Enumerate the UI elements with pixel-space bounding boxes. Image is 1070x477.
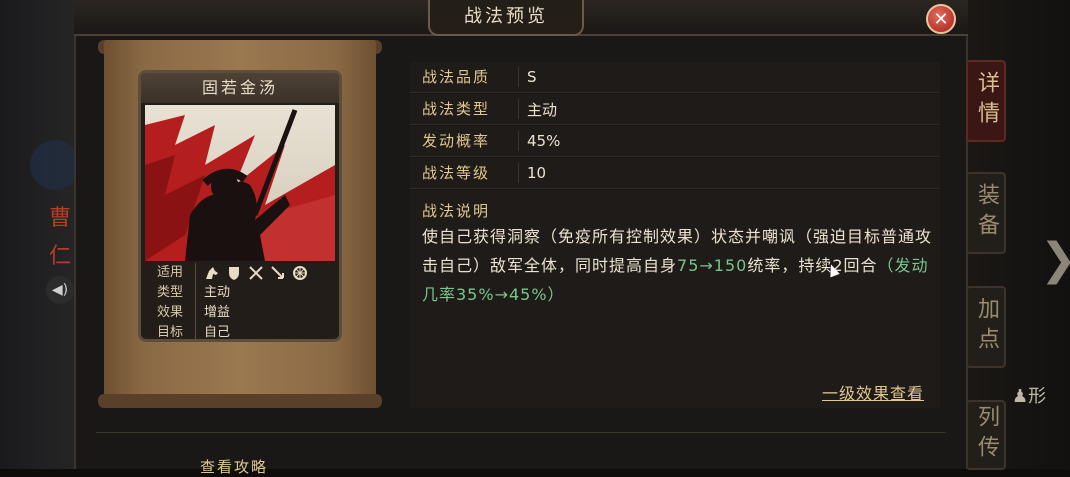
wheel-icon — [293, 266, 307, 280]
faction-badge — [30, 140, 80, 190]
level-one-effect-link[interactable]: 一级效果查看 — [822, 380, 924, 404]
next-arrow-icon[interactable]: ❯ — [1040, 225, 1070, 295]
card-row-applicable: 适用 — [145, 263, 335, 283]
skill-card: 固若金汤 适用 类型 主动 效果 增益 目标 自己 — [138, 70, 342, 342]
description-highlight-value: 75→150 — [677, 256, 748, 275]
tab-points[interactable]: 加点 — [966, 286, 1006, 368]
info-value: 主动 — [527, 100, 558, 119]
crossed-swords-icon — [249, 266, 263, 280]
side-tabs: 详情 装备 加点 列传 — [960, 0, 1010, 470]
card-row-type: 类型 主动 — [145, 283, 335, 303]
info-row-level: 战法等级 10 — [410, 158, 940, 189]
card-row-value: 增益 — [204, 305, 231, 320]
info-key: 战法等级 — [410, 163, 519, 183]
description-part2: 统率，持续2回合 — [747, 256, 878, 275]
skill-artwork — [145, 105, 335, 261]
info-key: 发动概率 — [410, 131, 519, 151]
card-row-key: 类型 — [145, 283, 196, 303]
info-row-quality: 战法品质 S — [410, 62, 940, 93]
info-value: 45% — [527, 132, 561, 150]
close-button[interactable]: ✕ — [926, 4, 956, 34]
window-title: 战法预览 — [428, 0, 584, 36]
card-row-key: 目标 — [145, 323, 196, 339]
right-label-text: 形 — [1028, 386, 1047, 407]
info-value: 10 — [527, 164, 547, 182]
card-row-effect: 效果 增益 — [145, 303, 335, 323]
tab-biography[interactable]: 列传 — [966, 400, 1006, 470]
troop-type-icons — [196, 263, 308, 283]
skill-name: 固若金汤 — [141, 73, 339, 103]
right-label: ♟形 — [1012, 386, 1047, 407]
card-row-key: 效果 — [145, 303, 196, 323]
scroll-roller-bottom — [98, 394, 382, 408]
skill-info-table: 战法品质 S 战法类型 主动 发动概率 45% 战法等级 10 — [410, 62, 940, 190]
sound-icon[interactable]: ◀) — [46, 276, 74, 304]
card-row-value: 主动 — [204, 285, 231, 300]
info-key: 战法类型 — [410, 99, 519, 119]
card-attributes: 适用 类型 主动 效果 增益 目标 自己 — [145, 263, 335, 340]
info-row-probability: 发动概率 45% — [410, 126, 940, 157]
info-value: S — [527, 68, 537, 86]
info-key: 战法品质 — [410, 67, 519, 87]
card-row-value: 自己 — [204, 325, 231, 340]
general-name: 曹仁 — [48, 206, 71, 269]
skill-description-box: 战法说明 使自己获得洞察（免疫所有控制效果）状态并嘲讽（强迫目标普通攻击自己）敌… — [410, 190, 940, 408]
tab-details[interactable]: 详情 — [966, 60, 1006, 142]
arrow-icon — [271, 266, 284, 279]
info-row-type: 战法类型 主动 — [410, 94, 940, 125]
tab-equipment[interactable]: 装备 — [966, 172, 1006, 254]
description-label: 战法说明 — [422, 202, 491, 220]
cavalry-icon — [206, 267, 218, 279]
divider — [96, 432, 946, 433]
description-text: 使自己获得洞察（免疫所有控制效果）状态并嘲讽（强迫目标普通攻击自己）敌军全体，同… — [422, 222, 936, 309]
shield-icon — [229, 267, 239, 280]
view-guide-link[interactable]: 查看攻略 — [200, 456, 268, 477]
card-row-target: 目标 自己 — [145, 323, 335, 340]
card-row-key: 适用 — [145, 263, 196, 283]
